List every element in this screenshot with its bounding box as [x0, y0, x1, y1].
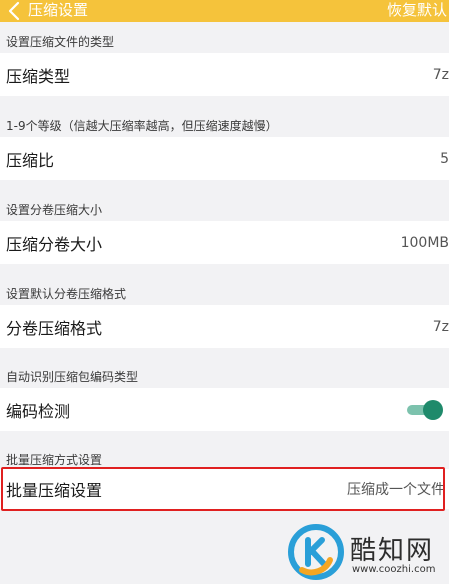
- setting-value: 7z: [432, 318, 449, 335]
- watermark-url: www.coozhi.com: [352, 564, 436, 575]
- coozhi-logo-icon: [288, 524, 344, 580]
- setting-value: 5: [440, 150, 449, 167]
- setting-row-volume-size[interactable]: 压缩分卷大小 100MB: [0, 221, 449, 264]
- back-chevron-icon[interactable]: [6, 1, 24, 21]
- setting-label: 编码检测: [6, 401, 71, 421]
- section-description-volume-format: 设置默认分卷压缩格式: [6, 287, 127, 301]
- encoding-detection-toggle[interactable]: [407, 399, 443, 420]
- section-description-compression-type: 设置压缩文件的类型: [6, 35, 115, 49]
- toggle-thumb: [423, 399, 443, 420]
- setting-row-encoding-detection: 编码检测: [0, 388, 449, 431]
- reset-defaults-button[interactable]: 恢复默认: [387, 1, 447, 19]
- setting-label: 压缩比: [6, 150, 55, 170]
- section-description-encoding-detection: 自动识别压缩包编码类型: [6, 370, 139, 384]
- section-description-batch-compression: 批量压缩方式设置: [6, 453, 103, 467]
- setting-row-compression-type[interactable]: 压缩类型 7z: [0, 53, 449, 96]
- page-title: 压缩设置: [28, 1, 89, 19]
- section-description-compression-ratio: 1-9个等级（信越大压缩率越高，但压缩速度越慢）: [6, 119, 278, 133]
- setting-label: 压缩类型: [6, 66, 71, 86]
- setting-row-volume-format[interactable]: 分卷压缩格式 7z: [0, 305, 449, 348]
- watermark-name: 酷知网: [350, 536, 435, 566]
- app-header: 压缩设置 恢复默认: [0, 0, 449, 22]
- section-description-volume-size: 设置分卷压缩大小: [6, 203, 103, 217]
- watermark: 酷知网 www.coozhi.com: [288, 524, 448, 584]
- setting-label: 压缩分卷大小: [6, 234, 103, 254]
- setting-label: 分卷压缩格式: [6, 318, 103, 338]
- setting-row-compression-ratio[interactable]: 压缩比 5: [0, 137, 449, 180]
- highlight-box: [1, 467, 445, 511]
- setting-value: 7z: [432, 66, 449, 83]
- setting-value: 100MB: [400, 234, 449, 251]
